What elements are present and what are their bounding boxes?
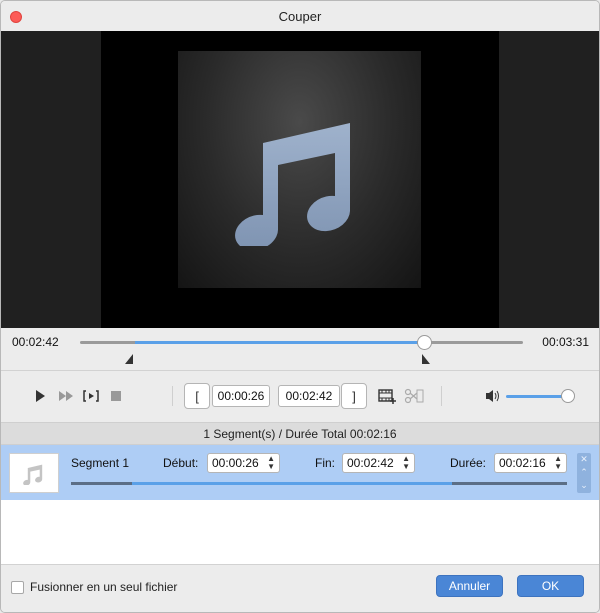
fast-forward-icon <box>59 391 73 401</box>
play-icon <box>36 390 45 402</box>
volume-button[interactable] <box>484 388 502 404</box>
start-label: Début: <box>163 456 199 470</box>
stop-icon <box>111 391 121 401</box>
segment-duration-stepper[interactable]: 00:02:16 ▲ ▼ <box>494 453 567 473</box>
ok-button[interactable]: OK <box>517 575 584 597</box>
timeline-selection <box>134 341 424 344</box>
split-button[interactable] <box>403 387 425 405</box>
divider <box>172 386 173 406</box>
segment-duration-value: 00:02:16 <box>499 456 546 470</box>
merge-checkbox[interactable] <box>11 581 24 594</box>
end-marker[interactable] <box>422 354 430 364</box>
video-preview <box>1 31 599 328</box>
total-time: 00:03:31 <box>542 335 589 349</box>
duration-label: Durée: <box>450 456 487 470</box>
cut-dialog: Couper 00:02:42 00:03:31 [00:00:26 00:0… <box>0 0 600 613</box>
play-segment-button[interactable] <box>82 388 100 404</box>
segment-summary: 1 Segment(s) / Durée Total 00:02:16 <box>1 422 599 445</box>
playback-controls: [ 00:00:26 00:02:42 ] <box>1 371 599 421</box>
add-segment-button[interactable] <box>377 387 397 405</box>
end-label: Fin: <box>315 456 336 470</box>
stepper-arrows-icon[interactable]: ▲ ▼ <box>402 455 410 471</box>
start-time-field[interactable]: 00:00:26 <box>212 385 270 407</box>
move-down-icon[interactable]: ⌄ <box>577 479 591 492</box>
divider <box>441 386 442 406</box>
playhead-handle[interactable] <box>416 335 432 350</box>
preview-letterbox-left <box>1 31 101 328</box>
list-item[interactable]: Segment 1 Début: 00:00:26 ▲ ▼ Fin: 00:02:… <box>1 445 599 500</box>
fast-forward-button[interactable] <box>58 388 74 404</box>
play-button[interactable] <box>33 388 47 404</box>
dialog-footer: Fusionner en un seul fichier Annuler OK <box>1 564 599 612</box>
end-time-field[interactable]: 00:02:42 <box>278 385 340 407</box>
delete-segment-icon[interactable]: ✕ <box>577 453 591 466</box>
album-artwork <box>178 51 421 288</box>
window-title: Couper <box>278 9 322 24</box>
timeline: 00:02:42 00:03:31 <box>1 328 599 370</box>
preview-letterbox-right <box>499 31 599 328</box>
cancel-button[interactable]: Annuler <box>436 575 503 597</box>
stepper-arrows-icon[interactable]: ▲ ▼ <box>267 455 275 471</box>
segment-range-bar <box>71 482 567 485</box>
volume-handle[interactable] <box>561 389 575 403</box>
segment-range-fill <box>132 482 452 485</box>
segment-name: Segment 1 <box>71 456 130 470</box>
set-end-button[interactable]: ] <box>341 383 367 409</box>
stop-button[interactable] <box>109 388 123 404</box>
segment-play-icon <box>83 390 99 402</box>
volume-slider[interactable] <box>506 395 568 398</box>
segment-end-stepper[interactable]: 00:02:42 ▲ ▼ <box>342 453 415 473</box>
segment-thumbnail <box>9 453 59 493</box>
start-marker[interactable] <box>125 354 133 364</box>
add-segment-icon <box>378 389 396 404</box>
move-up-icon[interactable]: ⌃ <box>577 466 591 479</box>
stepper-arrows-icon[interactable]: ▲ ▼ <box>554 455 562 471</box>
set-start-button[interactable]: [ <box>184 383 210 409</box>
segment-end-value: 00:02:42 <box>347 456 394 470</box>
segment-list: Segment 1 Début: 00:00:26 ▲ ▼ Fin: 00:02:… <box>1 445 599 564</box>
segment-actions: ✕ ⌃ ⌄ <box>577 453 591 493</box>
segment-start-stepper[interactable]: 00:00:26 ▲ ▼ <box>207 453 280 473</box>
title-bar: Couper <box>1 1 599 31</box>
split-icon <box>404 388 424 404</box>
current-time: 00:02:42 <box>12 335 59 349</box>
volume-icon <box>486 390 499 402</box>
timeline-track[interactable] <box>80 335 523 350</box>
segment-start-value: 00:00:26 <box>212 456 259 470</box>
merge-label: Fusionner en un seul fichier <box>30 580 178 594</box>
music-note-icon <box>23 464 43 485</box>
music-note-icon <box>235 123 350 246</box>
